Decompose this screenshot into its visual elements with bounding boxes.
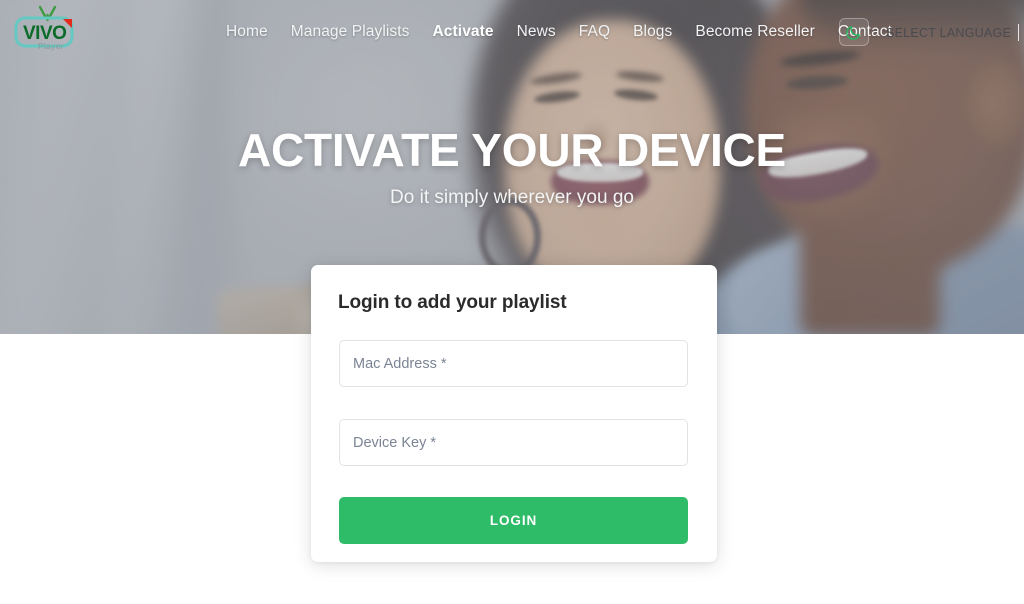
- svg-text:Player: Player: [38, 41, 64, 51]
- hero-title: ACTIVATE YOUR DEVICE: [237, 124, 787, 176]
- page-root: ACTIVATE YOUR DEVICE Do it simply wherev…: [0, 0, 1024, 604]
- login-card-title: Login to add your playlist: [338, 292, 567, 313]
- dark-mode-toggle-button[interactable]: [839, 18, 869, 46]
- nav-item-manage-playlists[interactable]: Manage Playlists: [291, 22, 410, 41]
- nav-item-news[interactable]: News: [517, 22, 556, 41]
- language-divider: [1018, 24, 1020, 41]
- nav-item-home[interactable]: Home: [226, 22, 268, 41]
- login-card: Login to add your playlist LOGIN: [311, 265, 717, 562]
- nav-links: Home Manage Playlists Activate News FAQ …: [226, 22, 892, 41]
- vivo-player-logo[interactable]: VIVO Player: [6, 2, 90, 52]
- device-key-input[interactable]: [339, 419, 688, 466]
- select-language-control[interactable]: SELECT LANGUAGE: [886, 24, 1020, 41]
- nav-item-blogs[interactable]: Blogs: [633, 22, 672, 41]
- nav-item-become-reseller[interactable]: Become Reseller: [695, 22, 815, 41]
- login-button[interactable]: LOGIN: [339, 497, 688, 544]
- hero-subtitle: Do it simply wherever you go: [390, 187, 634, 208]
- nav-item-activate[interactable]: Activate: [433, 22, 494, 41]
- moon-icon: [846, 26, 860, 40]
- select-language-label: SELECT LANGUAGE: [886, 25, 1012, 40]
- logo-svg: VIVO Player: [14, 5, 74, 51]
- nav-item-faq[interactable]: FAQ: [579, 22, 610, 41]
- mac-address-input[interactable]: [339, 340, 688, 387]
- top-navigation-bar: VIVO Player Home Manage Playlists Activa…: [0, 0, 1024, 66]
